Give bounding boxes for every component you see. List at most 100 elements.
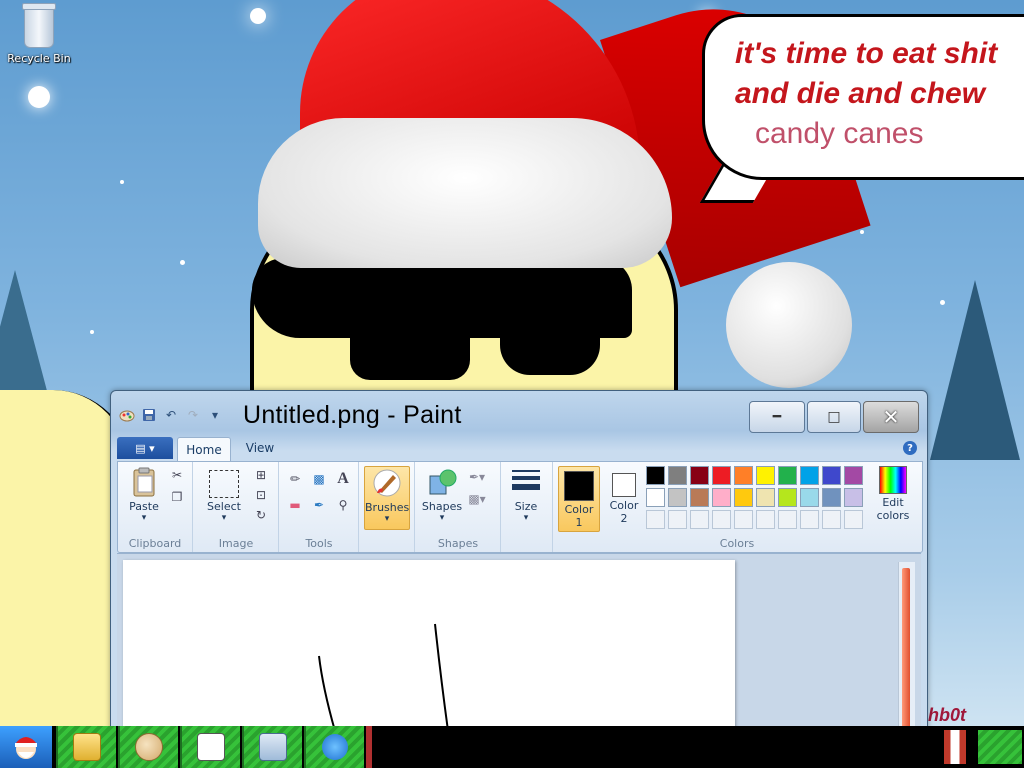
- palette-color-r2-9[interactable]: [822, 488, 841, 507]
- palette-custom-slot-4[interactable]: [712, 510, 731, 529]
- santa-hat-brim: [258, 118, 672, 268]
- color-picker-icon[interactable]: ✒: [310, 496, 328, 514]
- size-label: Size: [514, 500, 538, 513]
- color1-number: 1: [575, 516, 583, 529]
- palette-custom-slot-1[interactable]: [646, 510, 665, 529]
- undo-icon[interactable]: ↶: [163, 407, 179, 423]
- paint-window[interactable]: ↶ ↷ ▾ Untitled.png - Paint ━ □ ✕ ▤ ▾ Hom…: [110, 390, 928, 732]
- palette-color-r1-2[interactable]: [668, 466, 687, 485]
- fill-icon[interactable]: ▩: [310, 470, 328, 488]
- edit-colors-icon: [879, 466, 907, 494]
- copy-icon[interactable]: ❐: [168, 488, 186, 506]
- taskbar-ie[interactable]: [304, 726, 364, 768]
- colors-group-label: Colors: [719, 537, 755, 550]
- size-button[interactable]: Size ▾: [506, 466, 546, 523]
- palette-color-r1-5[interactable]: [734, 466, 753, 485]
- canvas-workspace: [117, 553, 921, 731]
- palette-color-r2-8[interactable]: [800, 488, 819, 507]
- recycle-bin[interactable]: Recycle Bin: [4, 3, 74, 65]
- maximize-button[interactable]: □: [807, 401, 861, 433]
- shapes-button[interactable]: Shapes ▾: [420, 466, 464, 523]
- palette-color-r2-2[interactable]: [668, 488, 687, 507]
- color1-button[interactable]: Color 1: [558, 466, 600, 532]
- rotate-icon[interactable]: ↻: [252, 506, 270, 524]
- cut-icon[interactable]: ✂: [168, 466, 186, 484]
- color2-button[interactable]: Color 2: [604, 466, 644, 525]
- ribbon-tabs: ▤ ▾ Home View ?: [117, 437, 921, 462]
- resize-icon[interactable]: ⊡: [252, 486, 270, 504]
- paste-button[interactable]: Paste ▾: [124, 466, 164, 523]
- color1-swatch: [564, 471, 594, 501]
- palette-color-r2-5[interactable]: [734, 488, 753, 507]
- palette-color-r1-8[interactable]: [800, 466, 819, 485]
- palette-color-r1-4[interactable]: [712, 466, 731, 485]
- palette-custom-slot-7[interactable]: [778, 510, 797, 529]
- paint-app-icon[interactable]: [119, 407, 135, 423]
- edit-colors-button[interactable]: Edit colors: [872, 466, 914, 522]
- control-panel-icon: [259, 733, 287, 761]
- menu-icon: ▤ ▾: [135, 441, 155, 455]
- pencil-icon[interactable]: ✏: [286, 470, 304, 488]
- vertical-scrollbar[interactable]: [898, 562, 915, 731]
- palette-color-r2-1[interactable]: [646, 488, 665, 507]
- edit-colors-label: Edit: [882, 496, 904, 509]
- color2-number: 2: [620, 512, 628, 525]
- speech-line-2: and die and chew: [735, 77, 986, 110]
- eraser-icon[interactable]: ▬: [286, 496, 304, 514]
- magnifier-icon[interactable]: ⚲: [334, 496, 352, 514]
- taskbar-divider: [366, 726, 372, 768]
- select-label: Select: [207, 500, 241, 513]
- taskbar-paint[interactable]: [118, 726, 178, 768]
- taskbar-explorer[interactable]: [56, 726, 116, 768]
- palette-color-r1-3[interactable]: [690, 466, 709, 485]
- palette-color-r2-10[interactable]: [844, 488, 863, 507]
- scrollbar-thumb[interactable]: [902, 568, 910, 731]
- palette-custom-slot-8[interactable]: [800, 510, 819, 529]
- clipboard-group-label: Clipboard: [128, 537, 182, 550]
- palette-custom-slot-2[interactable]: [668, 510, 687, 529]
- image-group-label: Image: [218, 537, 254, 550]
- palette-color-r1-6[interactable]: [756, 466, 775, 485]
- palette-color-r1-1[interactable]: [646, 466, 665, 485]
- paint-menu-button[interactable]: ▤ ▾: [117, 437, 173, 459]
- start-button[interactable]: [0, 726, 52, 768]
- brushes-button[interactable]: Brushes ▾: [364, 466, 410, 530]
- close-button[interactable]: ✕: [863, 401, 919, 433]
- save-icon[interactable]: [141, 407, 157, 423]
- tray-show-desktop-icon[interactable]: [978, 730, 1022, 764]
- group-clipboard: Paste ▾ ✂ ❐ Clipboard: [118, 462, 193, 552]
- palette-custom-slot-5[interactable]: [734, 510, 753, 529]
- tray-flag-icon[interactable]: [944, 730, 966, 764]
- palette-color-r1-7[interactable]: [778, 466, 797, 485]
- taskbar-notepad[interactable]: [180, 726, 240, 768]
- palette-color-r1-9[interactable]: [822, 466, 841, 485]
- palette-color-r2-3[interactable]: [690, 488, 709, 507]
- palette-color-r2-6[interactable]: [756, 488, 775, 507]
- palette-custom-slot-9[interactable]: [822, 510, 841, 529]
- ribbon-home: Paste ▾ ✂ ❐ Clipboard Select ▾ ⊞ ⊡ ↻ Ima…: [117, 461, 923, 553]
- tab-view[interactable]: View: [235, 437, 285, 459]
- palette-color-r2-7[interactable]: [778, 488, 797, 507]
- title-bar[interactable]: ↶ ↷ ▾ Untitled.png - Paint ━ □ ✕: [111, 391, 927, 439]
- speech-line-3: candy canes: [755, 117, 924, 150]
- ie-icon: [322, 734, 348, 760]
- text-icon[interactable]: A: [334, 470, 352, 488]
- palette-custom-slot-6[interactable]: [756, 510, 775, 529]
- palette-custom-slot-10[interactable]: [844, 510, 863, 529]
- minimize-button[interactable]: ━: [749, 401, 805, 433]
- palette-color-r2-4[interactable]: [712, 488, 731, 507]
- palette-custom-slot-3[interactable]: [690, 510, 709, 529]
- quick-access-toolbar: ↶ ↷ ▾: [119, 407, 223, 423]
- outline-icon[interactable]: ✒▾: [468, 468, 486, 486]
- taskbar-control-panel[interactable]: [242, 726, 302, 768]
- drawing-canvas[interactable]: [123, 560, 735, 731]
- customize-qat-icon[interactable]: ▾: [207, 407, 223, 423]
- fill-shape-icon[interactable]: ▩▾: [468, 490, 486, 508]
- tab-home[interactable]: Home: [177, 437, 231, 462]
- palette-color-r1-10[interactable]: [844, 466, 863, 485]
- help-icon[interactable]: ?: [903, 441, 917, 455]
- redo-icon[interactable]: ↷: [185, 407, 201, 423]
- brush-icon: [371, 467, 403, 499]
- crop-icon[interactable]: ⊞: [252, 466, 270, 484]
- select-button[interactable]: Select ▾: [202, 466, 246, 523]
